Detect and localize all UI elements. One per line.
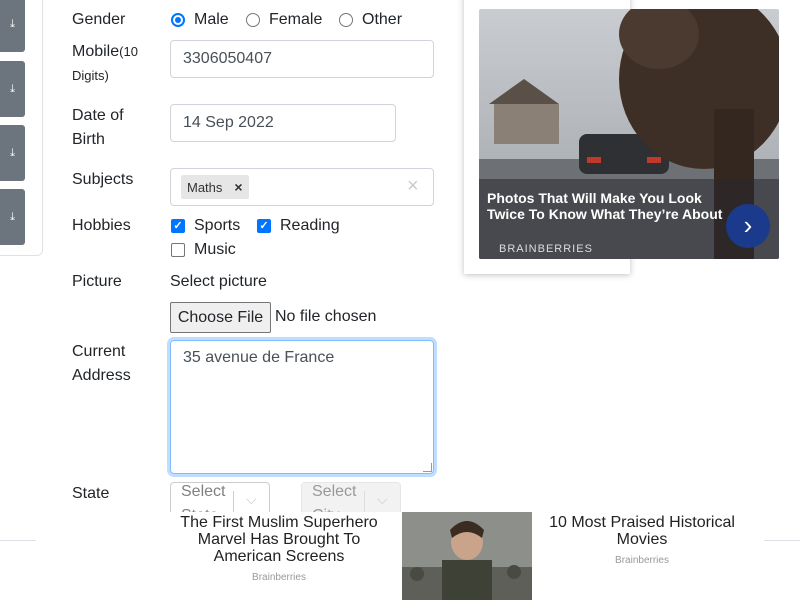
subject-chip: Maths ×	[181, 175, 249, 199]
picture-label: Picture	[72, 273, 122, 290]
ad-bottom-photo[interactable]	[402, 512, 532, 600]
mobile-hint-digits: Digits)	[72, 68, 109, 83]
ad-right-title[interactable]: 10 Most Praised Historical Movies	[546, 514, 738, 548]
footer-strip-left	[0, 540, 36, 601]
gender-male-label[interactable]: Male	[194, 8, 229, 32]
dob-label: Date of	[72, 107, 124, 124]
dob-label-2: Birth	[72, 131, 105, 148]
hobby-sports-label[interactable]: Sports	[194, 214, 240, 238]
state-label: State	[72, 485, 110, 502]
download-icon[interactable]: ⤓	[0, 61, 25, 117]
ad-banner[interactable]: Photos That Will Make You Look Twice To …	[479, 9, 779, 259]
download-icon[interactable]: ⤓	[0, 189, 25, 245]
hobby-sports-checkbox[interactable]: ✓	[171, 219, 185, 233]
gender-male-radio[interactable]	[171, 13, 185, 27]
subjects-label: Subjects	[72, 171, 134, 188]
ad-brand: BRAINBERRIES	[499, 243, 593, 255]
hobbies-label: Hobbies	[72, 217, 131, 234]
ad-headline[interactable]: Photos That Will Make You Look Twice To …	[487, 190, 727, 222]
download-icon[interactable]: ⤓	[0, 0, 25, 52]
gender-label: Gender	[72, 11, 126, 28]
mobile-label: Mobile(10	[72, 43, 138, 60]
subject-chip-label: Maths	[187, 179, 223, 195]
hobby-reading-checkbox[interactable]: ✓	[257, 219, 271, 233]
gender-female-radio[interactable]	[246, 13, 260, 27]
file-status: No file chosen	[275, 308, 377, 325]
chip-remove-icon[interactable]: ×	[228, 175, 248, 199]
footer-strip-right	[764, 540, 800, 601]
ad-right-brand: Brainberries	[615, 555, 669, 566]
clear-icon[interactable]: ×	[407, 175, 419, 198]
download-icon[interactable]: ⤓	[0, 125, 25, 181]
address-label-2: Address	[72, 367, 131, 384]
hobby-reading-label[interactable]: Reading	[280, 214, 340, 238]
bottom-ad-bar: The First Muslim Superhero Marvel Has Br…	[36, 512, 764, 600]
resize-handle-icon[interactable]	[423, 463, 432, 472]
gender-female-label[interactable]: Female	[269, 8, 322, 32]
chevron-down-icon[interactable]: ⌵	[377, 491, 388, 508]
address-label: Current	[72, 343, 126, 360]
chevron-down-icon[interactable]: ⌵	[246, 491, 257, 508]
picture-sublabel: Select picture	[170, 273, 267, 290]
choose-file-button[interactable]: Choose File	[170, 302, 271, 333]
ad-left-title[interactable]: The First Muslim Superhero Marvel Has Br…	[174, 514, 384, 565]
mobile-hint: (10	[119, 44, 138, 59]
subjects-input[interactable]: Maths ×	[170, 168, 434, 206]
current-address-textarea[interactable]: 35 avenue de France	[170, 340, 434, 474]
gender-other-radio[interactable]	[339, 13, 353, 27]
hobby-music-label[interactable]: Music	[194, 238, 236, 262]
mobile-input[interactable]: 3306050407	[170, 40, 434, 78]
gender-other-label[interactable]: Other	[362, 8, 402, 32]
ad-left-brand: Brainberries	[252, 572, 306, 583]
chevron-right-icon[interactable]: ›	[726, 204, 770, 248]
hobby-music-checkbox[interactable]	[171, 243, 185, 257]
date-of-birth-input[interactable]: 14 Sep 2022	[170, 104, 396, 142]
